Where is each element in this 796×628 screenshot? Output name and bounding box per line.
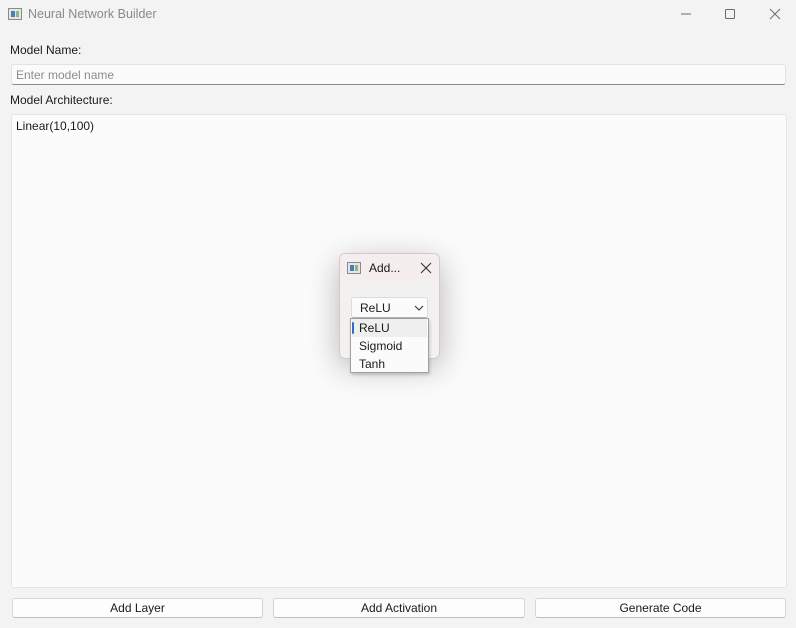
minimize-button[interactable] (663, 0, 709, 30)
dropdown-option-sigmoid[interactable]: Sigmoid (352, 337, 427, 355)
maximize-button[interactable] (707, 0, 753, 30)
dropdown-option-relu[interactable]: ReLU (352, 319, 427, 337)
maximize-icon (725, 9, 735, 19)
combobox-selected-value: ReLU (360, 301, 391, 315)
dialog-title-bar[interactable]: Add... (340, 254, 439, 282)
close-icon (769, 8, 781, 20)
generate-code-button[interactable]: Generate Code (535, 598, 786, 618)
close-icon (420, 262, 432, 274)
app-icon (8, 8, 22, 20)
architecture-line: Linear(10,100) (16, 119, 95, 133)
model-architecture-label: Model Architecture: (10, 93, 113, 107)
window-title: Neural Network Builder (28, 7, 157, 21)
activation-combobox[interactable]: ReLU (351, 297, 428, 318)
activation-dropdown-list: ReLU Sigmoid Tanh (350, 318, 429, 373)
add-activation-button[interactable]: Add Activation (273, 598, 525, 618)
minimize-icon (681, 13, 691, 15)
title-bar[interactable]: Neural Network Builder (0, 0, 796, 30)
dialog-close-button[interactable] (416, 258, 436, 278)
dropdown-option-tanh[interactable]: Tanh (352, 355, 427, 373)
close-button[interactable] (752, 0, 796, 30)
main-window: Neural Network Builder Model Name: Model… (0, 0, 796, 628)
model-name-input[interactable] (11, 64, 786, 85)
model-name-label: Model Name: (10, 43, 82, 57)
add-layer-button[interactable]: Add Layer (12, 598, 263, 618)
dialog-app-icon (347, 262, 361, 274)
chevron-down-icon (414, 305, 424, 311)
dialog-title: Add... (369, 261, 401, 275)
